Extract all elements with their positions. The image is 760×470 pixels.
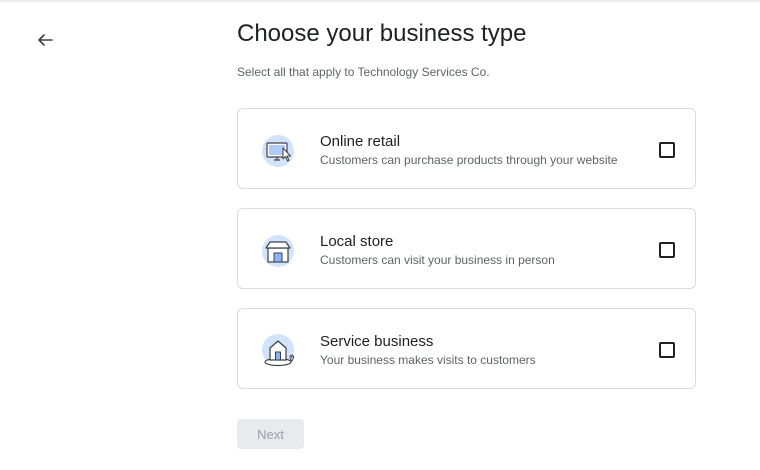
storefront-icon: [262, 235, 294, 267]
checkbox-online-retail[interactable]: [659, 142, 675, 158]
house-location-icon: [262, 334, 295, 367]
monitor-cursor-icon: [262, 135, 294, 167]
page-subtitle: Select all that apply to Technology Serv…: [237, 65, 490, 79]
option-description: Customers can purchase products through …: [320, 153, 618, 167]
option-description: Customers can visit your business in per…: [320, 253, 555, 267]
option-title: Local store: [320, 233, 394, 250]
option-card-local-store[interactable]: Local store Customers can visit your bus…: [237, 208, 696, 289]
option-title: Service business: [320, 333, 434, 350]
option-description: Your business makes visits to customers: [320, 353, 536, 367]
page-title: Choose your business type: [237, 20, 527, 47]
option-card-service-business[interactable]: Service business Your business makes vis…: [237, 308, 696, 389]
option-card-online-retail[interactable]: Online retail Customers can purchase pro…: [237, 108, 696, 189]
back-button[interactable]: [30, 26, 60, 54]
checkbox-service-business[interactable]: [659, 342, 675, 358]
next-button[interactable]: Next: [237, 419, 304, 449]
arrow-back-icon: [38, 34, 53, 46]
checkbox-local-store[interactable]: [659, 242, 675, 258]
top-shadow: [0, 0, 760, 3]
option-title: Online retail: [320, 133, 401, 150]
